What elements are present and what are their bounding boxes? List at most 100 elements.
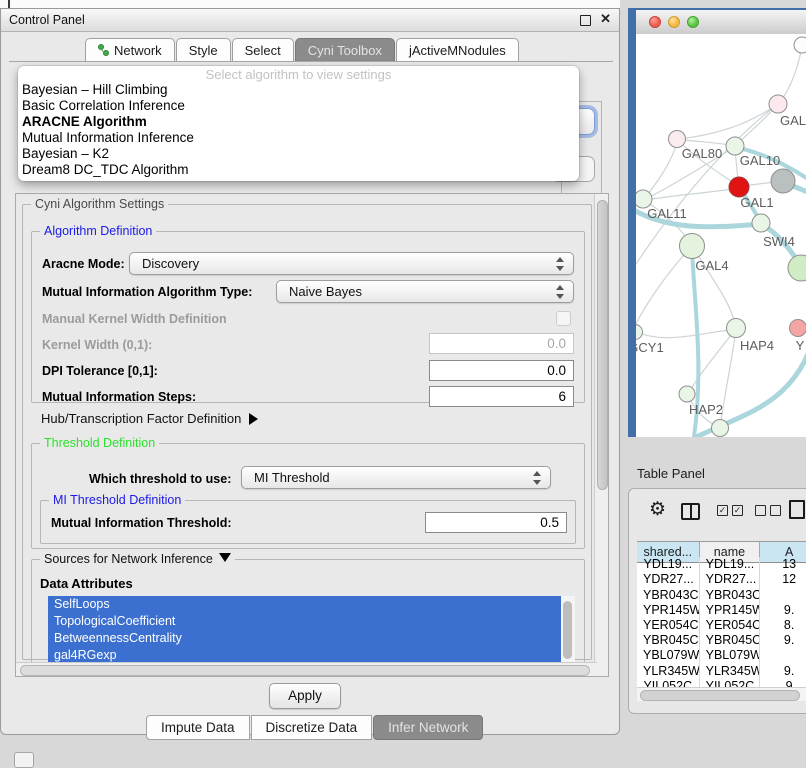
algorithm-option-mutual-information-inference[interactable]: Mutual Information Inference <box>22 130 572 146</box>
network-node[interactable] <box>788 255 806 281</box>
table-cell: YDR27... <box>700 572 761 587</box>
threshold-definition-group: Threshold Definition Which threshold to … <box>31 443 585 549</box>
network-icon <box>98 44 109 56</box>
tab-network[interactable]: Network <box>85 38 175 62</box>
network-node[interactable] <box>771 169 795 193</box>
tab-infer-network[interactable]: Infer Network <box>373 715 483 740</box>
sources-group: Sources for Network Inference Data Attri… <box>31 559 585 677</box>
columns-icon[interactable] <box>681 503 700 520</box>
network-node-label: HAP2 <box>689 402 723 417</box>
algorithm-hint-text: Select algorithm to view settings <box>18 67 579 82</box>
network-node-hap2[interactable] <box>679 386 695 402</box>
table-row[interactable]: YBL079WYBL079W <box>637 648 806 663</box>
algorithm-option-aracne-algorithm[interactable]: ARACNE Algorithm <box>22 114 572 130</box>
minimize-traffic-light[interactable] <box>668 16 680 28</box>
network-node-gal[interactable] <box>769 95 787 113</box>
unchecked-box-icon[interactable] <box>755 505 766 516</box>
minimized-panel-icon[interactable] <box>14 752 34 768</box>
dpi-tolerance-field[interactable] <box>429 360 574 381</box>
table-row[interactable]: YLR345WYLR345W9. <box>637 664 806 679</box>
network-node-y[interactable] <box>790 320 806 337</box>
table-row[interactable]: YBR043CYBR043C <box>637 588 806 603</box>
control-panel-window: Control Panel ✕ Network Style Select Cyni T… <box>0 8 620 735</box>
table-row[interactable]: YDR27...YDR27...12 <box>637 572 806 587</box>
network-node[interactable] <box>712 420 729 437</box>
table-cell: YLR345W <box>700 664 761 679</box>
network-node-gcy1[interactable] <box>636 325 643 340</box>
table-cell: 9. <box>760 603 806 618</box>
table-row[interactable]: YPR145WYPR145W9. <box>637 603 806 618</box>
close-panel-icon[interactable]: ✕ <box>600 11 611 27</box>
mi-steps-field[interactable] <box>429 386 574 407</box>
aracne-mode-select[interactable]: Discovery <box>129 252 574 275</box>
scrollbar-thumb[interactable] <box>597 200 608 490</box>
algorithm-option-dream8-dc-tdc-algorithm[interactable]: Dream8 DC_TDC Algorithm <box>22 162 572 178</box>
control-panel-tabbar: Network Style Select Cyni ToolboxjActiveMNo… <box>85 38 519 62</box>
scrollbar-thumb[interactable] <box>563 601 572 659</box>
control-panel-titlebar: Control Panel ✕ <box>1 9 619 32</box>
manual-kernel-checkbox[interactable] <box>556 311 571 326</box>
table-row[interactable]: YER054CYER054C8. <box>637 618 806 633</box>
document-icon[interactable] <box>789 500 805 519</box>
tab-jactivemnodules[interactable]: jActiveMNodules <box>396 38 519 62</box>
algorithm-option-bayesian-k2[interactable]: Bayesian – K2 <box>22 146 572 162</box>
network-graph: GALGAL80GAL10GAL1GAL11SWI4GAL4GCY1HAP4YH… <box>636 34 806 437</box>
gear-icon[interactable]: ⚙ <box>649 498 666 521</box>
unchecked-box-icon[interactable] <box>770 505 781 516</box>
network-node-label: GAL10 <box>740 153 780 168</box>
table-cell: 9. <box>760 664 806 679</box>
apply-button[interactable]: Apply <box>269 683 341 709</box>
network-node-gal1[interactable] <box>729 177 749 197</box>
table-cell: 13 <box>760 557 806 572</box>
float-panel-icon[interactable] <box>580 15 591 26</box>
scrollbar-thumb[interactable] <box>20 665 590 676</box>
table-cell: YPR145W <box>700 603 761 618</box>
data-attribute-item[interactable]: BetweennessCentrality <box>48 630 575 647</box>
settings-vertical-scrollbar[interactable] <box>594 194 608 676</box>
hub-definition-label: Hub/Transcription Factor Definition <box>41 411 241 426</box>
stepper-arrows-icon <box>556 257 565 271</box>
which-threshold-select[interactable]: MI Threshold <box>241 466 551 489</box>
network-node-gal4[interactable] <box>680 234 705 259</box>
tab-discretize-data[interactable]: Discretize Data <box>251 715 373 740</box>
tab-style[interactable]: Style <box>176 38 231 62</box>
network-node[interactable] <box>794 37 806 53</box>
group-title: Algorithm Definition <box>40 224 156 238</box>
tab-label: Select <box>245 43 281 58</box>
checked-box-icon[interactable]: ✓ <box>717 505 728 516</box>
algorithm-option-basic-correlation-inference[interactable]: Basic Correlation Inference <box>22 98 572 114</box>
table-cell: YBL079W <box>700 648 761 663</box>
network-node-gal80[interactable] <box>669 131 686 148</box>
kernel-width-field[interactable] <box>429 333 574 354</box>
checked-box-icon[interactable]: ✓ <box>732 505 743 516</box>
data-attribute-item[interactable]: TopologicalCoefficient <box>48 613 575 630</box>
algorithm-option-bayesian-hill-climbing[interactable]: Bayesian – Hill Climbing <box>22 82 572 98</box>
scrollbar-thumb[interactable] <box>640 690 800 701</box>
group-title: Threshold Definition <box>40 436 159 450</box>
tab-label: Style <box>189 43 218 58</box>
hub-definition-expander[interactable]: Hub/Transcription Factor Definition <box>41 411 258 426</box>
table-row[interactable]: YDL19...YDL19...13 <box>637 557 806 572</box>
network-canvas[interactable]: GALGAL80GAL10GAL1GAL11SWI4GAL4GCY1HAP4YH… <box>636 34 806 437</box>
network-node-hap4[interactable] <box>727 319 746 338</box>
mi-threshold-label: Mutual Information Threshold: <box>51 516 232 530</box>
settings-horizontal-scrollbar[interactable] <box>16 662 597 676</box>
sources-expander[interactable]: Sources for Network Inference <box>40 552 235 566</box>
attributes-scrollbar[interactable] <box>561 596 575 668</box>
mi-algorithm-type-select[interactable]: Naive Bayes <box>276 280 574 303</box>
close-traffic-light[interactable] <box>649 16 661 28</box>
table-row[interactable]: YBR045CYBR045C9. <box>637 633 806 648</box>
data-attributes-label: Data Attributes <box>40 576 133 591</box>
table-cell: YDL19... <box>637 557 700 572</box>
group-title: MI Threshold Definition <box>49 493 185 507</box>
table-cell <box>760 588 806 603</box>
tab-cyni-toolbox[interactable]: Cyni Toolbox <box>295 38 395 62</box>
mi-threshold-field[interactable] <box>425 512 567 533</box>
tab-impute-data[interactable]: Impute Data <box>146 715 250 740</box>
data-attribute-item[interactable]: SelfLoops <box>48 596 575 613</box>
tab-select[interactable]: Select <box>232 38 294 62</box>
network-node-swi4[interactable] <box>752 214 770 232</box>
mi-type-label: Mutual Information Algorithm Type: <box>42 285 252 299</box>
zoom-traffic-light[interactable] <box>687 16 699 28</box>
table-horizontal-scrollbar[interactable] <box>637 687 806 701</box>
